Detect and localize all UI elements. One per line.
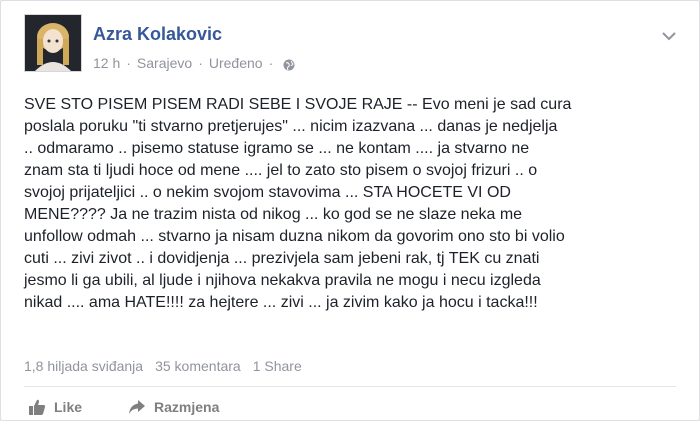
share-arrow-icon	[129, 400, 146, 414]
meta-separator: ·	[198, 55, 203, 71]
meta-separator: ·	[268, 55, 274, 71]
shares-count[interactable]: 1 Share	[253, 357, 302, 375]
post-time[interactable]: 12 h	[93, 54, 120, 72]
like-button[interactable]: Like	[28, 398, 82, 416]
author-name[interactable]: Azra Kolakovic	[93, 23, 222, 45]
avatar-image	[25, 15, 81, 71]
post-location[interactable]: Sarajevo	[137, 54, 192, 72]
action-bar: Like Razmjena	[28, 398, 265, 416]
post-card: Azra Kolakovic 12 h · Sarajevo · Uređeno…	[0, 0, 700, 421]
meta-separator: ·	[126, 55, 131, 71]
post-meta: 12 h · Sarajevo · Uređeno ·	[93, 54, 295, 72]
likes-count[interactable]: 1,8 hiljada sviđanja	[24, 357, 143, 375]
post-stats: 1,8 hiljada sviđanja 35 komentara 1 Shar…	[24, 357, 314, 375]
edited-label[interactable]: Uređeno	[209, 54, 263, 72]
comments-count[interactable]: 35 komentara	[155, 357, 241, 375]
avatar[interactable]	[24, 14, 82, 72]
thumbs-up-icon	[29, 399, 46, 415]
share-button[interactable]: Razmjena	[128, 399, 219, 415]
post-text: SVE STO PISEM PISEM RADI SEBE I SVOJE RA…	[24, 96, 572, 311]
divider	[24, 386, 676, 387]
chevron-down-icon[interactable]	[661, 28, 677, 41]
like-label: Like	[54, 399, 83, 415]
share-label: Razmjena	[154, 399, 220, 415]
globe-icon[interactable]	[283, 57, 295, 71]
